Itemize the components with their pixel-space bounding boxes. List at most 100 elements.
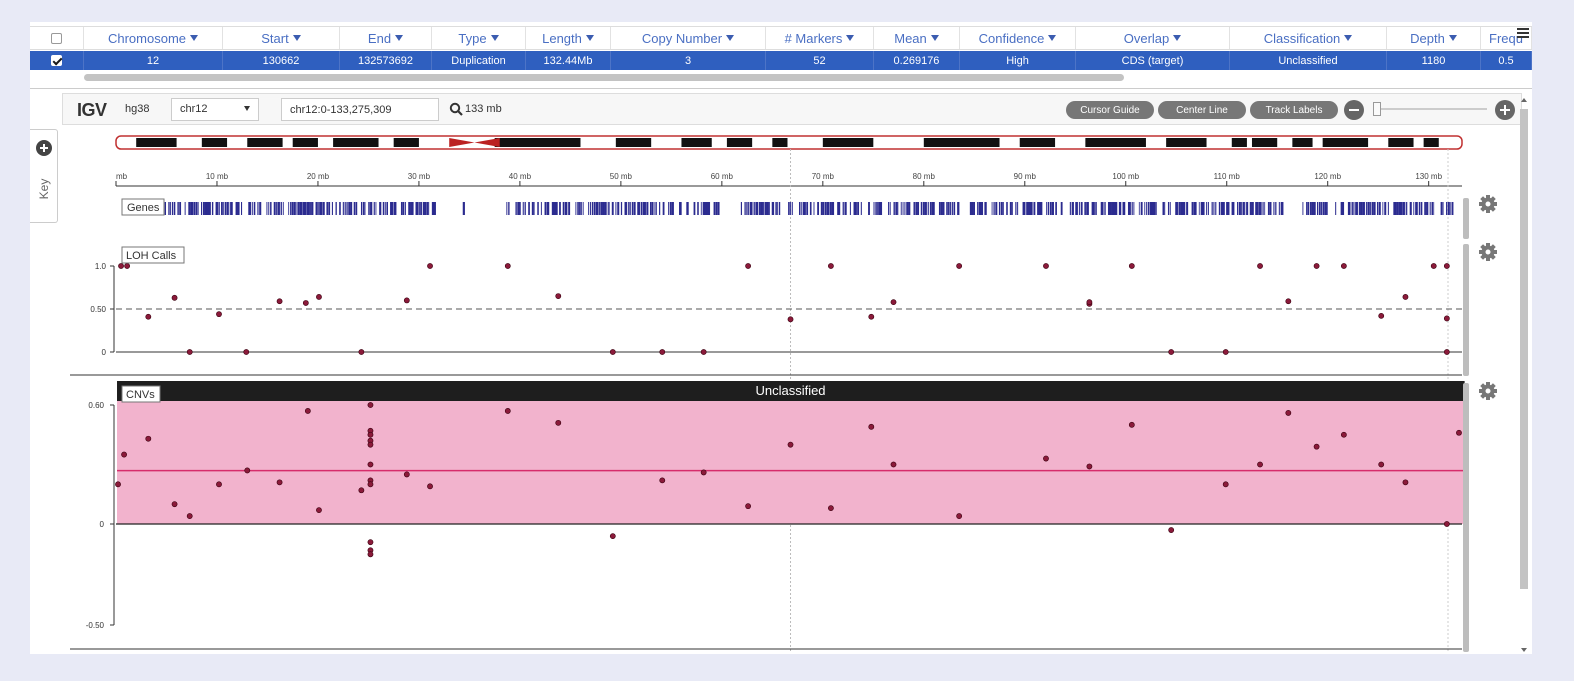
gene-feature: [789, 202, 791, 215]
ideogram-band: [1388, 138, 1414, 147]
track-drag-handle[interactable]: [1463, 198, 1469, 239]
gear-icon[interactable]: [1479, 243, 1497, 261]
gene-feature: [984, 202, 987, 215]
filter-icon[interactable]: [190, 35, 199, 41]
gene-feature: [877, 202, 879, 215]
loh-label: LOH Calls: [126, 250, 177, 262]
gene-feature: [315, 202, 318, 215]
column-menu-icon[interactable]: [1517, 28, 1529, 40]
column-header[interactable]: Depth: [1387, 27, 1481, 49]
filter-icon[interactable]: [846, 35, 855, 41]
gene-feature: [926, 202, 928, 215]
gene-feature: [226, 202, 229, 215]
column-header[interactable]: Overlap: [1076, 27, 1230, 49]
gear-icon[interactable]: [1479, 195, 1497, 213]
gene-feature: [629, 202, 631, 215]
loh-point: [1402, 294, 1409, 300]
gene-feature: [1084, 202, 1086, 215]
column-header[interactable]: Start: [223, 27, 340, 49]
ruler-tick-label: 10 mb: [206, 172, 229, 181]
filter-icon[interactable]: [726, 35, 735, 41]
ideogram-band: [923, 138, 1000, 147]
gene-feature: [1242, 202, 1245, 215]
select-all-checkbox[interactable]: [30, 27, 84, 49]
filter-icon[interactable]: [1048, 35, 1057, 41]
cnv-point: [1128, 421, 1135, 428]
gene-feature: [528, 202, 530, 215]
cnv-y-tick-label: -0.50: [86, 621, 105, 630]
column-header[interactable]: Type: [432, 27, 526, 49]
gene-feature: [1309, 202, 1312, 215]
column-header[interactable]: Confidence: [960, 27, 1076, 49]
gene-feature: [615, 202, 617, 215]
gene-feature: [798, 202, 801, 215]
gene-feature: [215, 202, 218, 215]
gene-feature: [1275, 202, 1277, 215]
gene-feature: [715, 202, 718, 215]
gene-feature: [668, 202, 670, 215]
gene-feature: [1202, 202, 1205, 215]
filter-icon[interactable]: [1173, 35, 1182, 41]
column-header[interactable]: Chromosome: [84, 27, 223, 49]
gene-feature: [1051, 202, 1054, 215]
filter-icon[interactable]: [930, 35, 939, 41]
gene-feature: [1006, 202, 1008, 215]
filter-icon[interactable]: [585, 35, 594, 41]
filter-icon[interactable]: [395, 35, 404, 41]
gene-feature: [508, 202, 510, 215]
gear-icon[interactable]: [1479, 382, 1497, 400]
filter-icon[interactable]: [1448, 35, 1457, 41]
gene-feature: [1200, 202, 1203, 215]
gene-feature: [1342, 202, 1345, 215]
gene-feature: [1316, 202, 1319, 215]
gene-feature: [524, 202, 526, 215]
gene-feature: [842, 202, 844, 215]
row-checkbox[interactable]: [30, 51, 84, 70]
gene-feature: [1249, 202, 1252, 215]
filter-icon[interactable]: [1344, 35, 1353, 41]
gene-feature: [775, 202, 777, 215]
vertical-scrollbar[interactable]: [1518, 97, 1530, 653]
column-header[interactable]: End: [340, 27, 432, 49]
gene-feature: [933, 202, 935, 215]
cnv-point: [1402, 479, 1409, 486]
gene-feature: [788, 202, 790, 215]
column-header[interactable]: Mean: [874, 27, 960, 49]
cnv-segment[interactable]: [117, 401, 1465, 524]
table-row-selected[interactable]: 12 130662 132573692 Duplication 132.44Mb 3 52 0…: [30, 51, 1532, 70]
gene-feature: [370, 202, 373, 215]
chromosome-ideogram[interactable]: [115, 135, 1463, 150]
gene-feature: [555, 202, 558, 215]
gene-feature: [828, 202, 830, 215]
gene-feature: [211, 202, 214, 215]
ideogram-band: [1231, 138, 1247, 147]
track-drag-handle[interactable]: [1463, 244, 1469, 376]
filter-icon[interactable]: [490, 35, 499, 41]
gene-feature: [1213, 202, 1215, 215]
gene-feature: [1360, 202, 1363, 215]
ruler-tick-label: 30 mb: [408, 172, 431, 181]
gene-feature: [669, 202, 672, 215]
cnv-label: CNVs: [126, 389, 155, 401]
table-cell: Duplication: [432, 51, 526, 70]
gene-feature: [522, 202, 524, 215]
gene-feature: [1155, 202, 1157, 215]
gene-feature: [379, 202, 382, 215]
gene-feature: [1153, 202, 1156, 215]
gene-feature: [1009, 202, 1012, 215]
cnv-point: [403, 471, 410, 478]
gene-feature: [938, 202, 941, 215]
gene-feature: [1356, 202, 1358, 215]
gene-feature: [559, 202, 561, 215]
track-drag-handle[interactable]: [1463, 383, 1469, 652]
gene-feature: [895, 202, 898, 215]
gene-feature: [628, 202, 630, 215]
gene-feature: [1362, 202, 1365, 215]
column-header[interactable]: Copy Number: [611, 27, 766, 49]
column-header[interactable]: Classification: [1230, 27, 1387, 49]
column-header[interactable]: Length: [526, 27, 611, 49]
filter-icon[interactable]: [292, 35, 301, 41]
horizontal-scrollbar[interactable]: [84, 74, 1124, 81]
column-header[interactable]: # Markers: [766, 27, 874, 49]
cnv-point: [828, 505, 834, 512]
